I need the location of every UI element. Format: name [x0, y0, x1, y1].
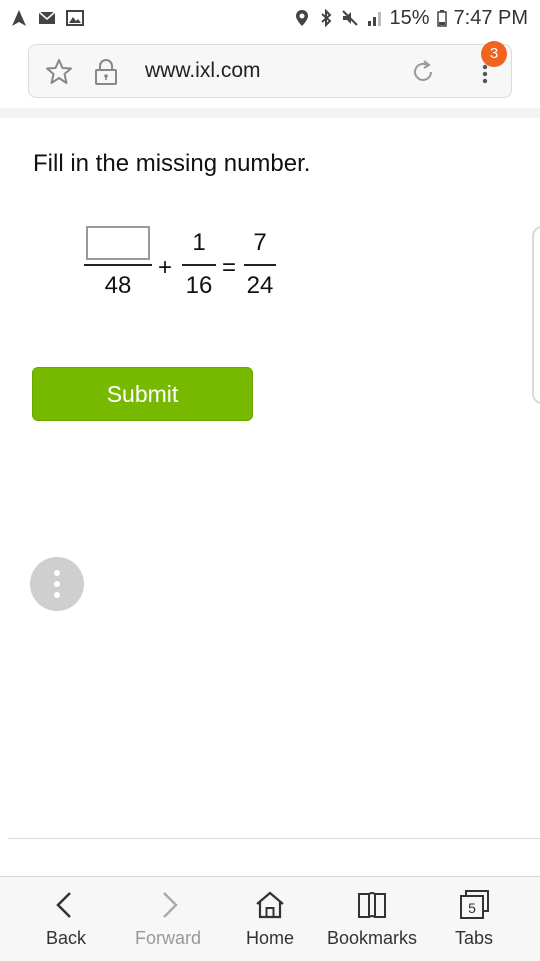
image-icon	[66, 10, 84, 26]
lock-icon	[95, 59, 117, 85]
url-text[interactable]: www.ixl.com	[145, 59, 261, 83]
fraction-unknown-numerator	[84, 226, 152, 260]
nav-forward-button[interactable]: Forward	[118, 877, 218, 961]
submit-button[interactable]: Submit	[32, 367, 253, 421]
reload-icon[interactable]	[409, 58, 437, 86]
nav-back-label: Back	[45, 928, 87, 948]
tabs-count: 5	[468, 900, 476, 916]
home-icon	[256, 891, 284, 919]
nav-back-button[interactable]: Back	[16, 877, 116, 961]
fraction-second: 1 16	[182, 226, 216, 300]
battery-percent: 15%	[389, 6, 430, 29]
location-icon	[296, 10, 309, 26]
question-prompt: Fill in the missing number.	[33, 150, 311, 177]
browser-toolbar: www.ixl.com 3	[0, 36, 540, 109]
mute-icon	[342, 10, 359, 26]
fab-dot-icon	[54, 581, 60, 587]
bottom-navigation: Back Forward Home Bookmarks 5 Tabs	[0, 876, 540, 961]
bookmark-star-icon[interactable]	[45, 58, 73, 86]
fraction-second-numerator: 1	[192, 229, 206, 256]
fab-dot-icon	[54, 592, 60, 598]
nav-bookmarks-label: Bookmarks	[326, 928, 418, 948]
fraction-result-numerator: 7	[253, 229, 267, 256]
fraction-unknown: 48	[84, 226, 152, 300]
fraction-equation: 48 + 1 16 = 7 24	[84, 226, 304, 316]
mail-icon	[38, 11, 56, 24]
fraction-bar	[244, 264, 276, 266]
address-bar[interactable]: www.ixl.com 3	[28, 41, 512, 98]
status-time: 7:47 PM	[453, 6, 528, 29]
content-top-strip	[0, 108, 540, 118]
status-left-icons	[10, 8, 84, 28]
fab-dot-icon	[54, 570, 60, 576]
nav-bookmarks-button[interactable]: Bookmarks	[322, 877, 422, 961]
answer-input[interactable]	[86, 226, 150, 260]
nav-tabs-label: Tabs	[454, 928, 494, 948]
more-options-fab[interactable]	[30, 557, 84, 611]
nav-forward-label: Forward	[134, 928, 201, 948]
lte-signal-icon	[368, 12, 382, 26]
nav-tabs-button[interactable]: 5 Tabs	[424, 877, 524, 961]
status-bar: 15% 7:47 PM	[0, 0, 540, 36]
fraction-bar	[182, 264, 216, 266]
status-right-icons: 15% 7:47 PM	[293, 6, 528, 30]
nav-home-label: Home	[245, 928, 294, 948]
fraction-result-denominator: 24	[246, 272, 274, 299]
fraction-bar	[84, 264, 152, 266]
equals-sign: =	[222, 254, 237, 281]
back-arrow-icon	[56, 892, 71, 918]
fraction-second-denominator: 16	[185, 272, 213, 299]
forward-arrow-icon	[163, 892, 178, 918]
content-divider	[8, 838, 540, 839]
battery-icon	[436, 10, 447, 27]
notification-badge: 3	[481, 41, 507, 67]
fraction-unknown-denominator: 48	[104, 272, 132, 299]
navigation-arrow-icon	[12, 10, 26, 26]
plus-operator: +	[158, 254, 173, 281]
fraction-result: 7 24	[244, 226, 276, 300]
nav-home-button[interactable]: Home	[220, 877, 320, 961]
tabs-icon: 5	[460, 890, 489, 919]
bluetooth-icon	[321, 9, 332, 27]
bookmarks-book-icon	[358, 892, 386, 918]
side-panel-handle[interactable]	[532, 226, 540, 404]
